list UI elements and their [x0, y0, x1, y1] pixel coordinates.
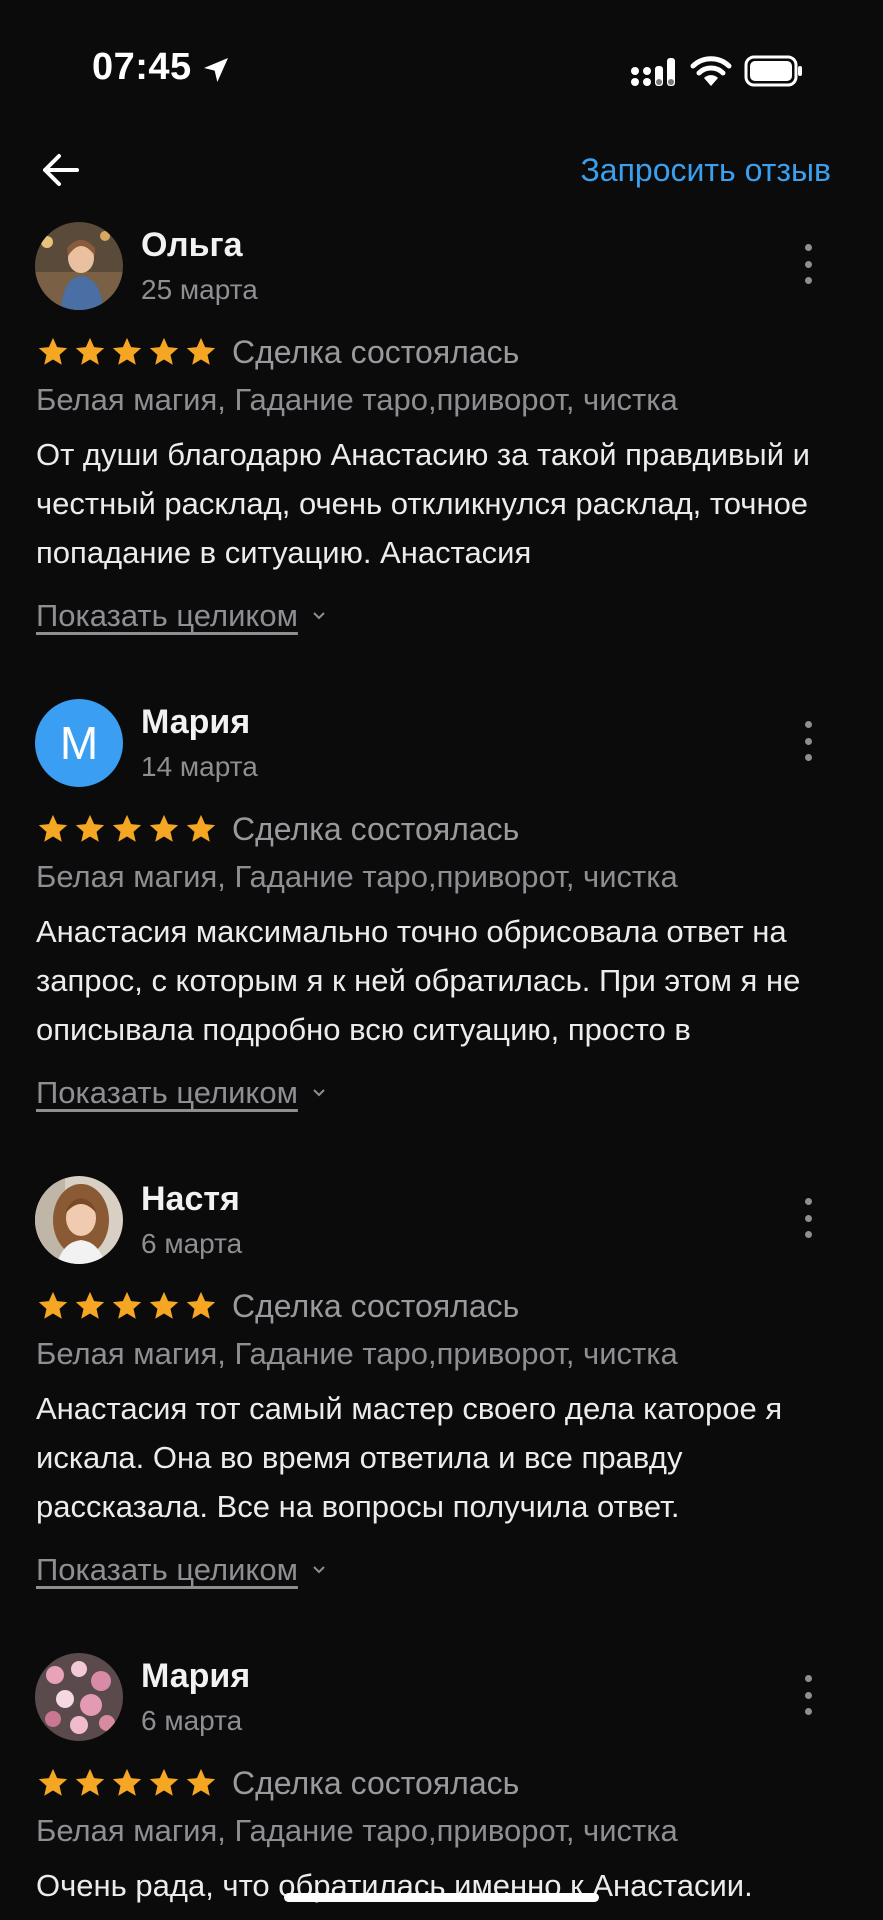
review-card: Ольга 25 марта Сделка состоялась Белая м…: [0, 222, 883, 642]
review-card: Мария 6 марта Сделка состоялась Белая ма…: [0, 1653, 883, 1920]
wifi-icon: [690, 56, 732, 86]
review-text: Анастасия тот самый мастер своего дела к…: [36, 1391, 783, 1524]
deal-status: Сделка состоялась: [232, 1287, 520, 1324]
reviewer-name: Мария: [141, 703, 251, 741]
star-icon: [149, 1291, 179, 1319]
avatar-letter: М: [59, 717, 99, 769]
avatar[interactable]: М: [35, 699, 123, 787]
rating-row: Сделка состоялась: [36, 1763, 519, 1803]
star-icon: [38, 1768, 68, 1796]
star-rating: [36, 335, 218, 369]
review-card: М Мария 14 марта Сделка состоялась Белая…: [0, 699, 883, 1119]
star-icon: [149, 337, 179, 365]
service-categories: Белая магия, Гадание таро,приворот, чист…: [36, 859, 678, 894]
review-text: Очень рада, что обратилась именно к Анас…: [36, 1868, 753, 1903]
review-date: 25 марта: [141, 274, 258, 305]
home-indicator: [284, 1893, 599, 1902]
deal-status: Сделка состоялась: [232, 810, 520, 847]
star-icon: [38, 337, 68, 365]
avatar-photo: [35, 1653, 123, 1741]
review-date: 6 марта: [141, 1705, 243, 1736]
star-icon: [112, 1768, 142, 1796]
location-arrow-icon: [204, 58, 228, 82]
star-icon: [75, 337, 105, 365]
show-full-link[interactable]: Показать целиком: [36, 1075, 326, 1111]
service-categories: Белая магия, Гадание таро,приворот, чист…: [36, 1813, 678, 1848]
status-bar: 07:45: [0, 0, 883, 140]
chevron-down-icon: [313, 1566, 325, 1574]
request-review-button[interactable]: Запросить отзыв: [580, 152, 831, 189]
reviewer-name: Настя: [141, 1180, 240, 1218]
rating-row: Сделка состоялась: [36, 1286, 519, 1326]
deal-status: Сделка состоялась: [232, 1764, 520, 1801]
more-options-button[interactable]: [796, 1198, 820, 1238]
star-icon: [186, 814, 216, 842]
review-text: Анастасия максимально точно обрисовала о…: [36, 914, 801, 1047]
rating-row: Сделка состоялась: [36, 809, 519, 849]
reviewer-name: Мария: [141, 1657, 251, 1695]
nav-bar: Запросить отзыв: [0, 140, 883, 230]
avatar[interactable]: [35, 1653, 123, 1741]
review-date: 6 марта: [141, 1228, 243, 1259]
review-card: Настя 6 марта Сделка состоялась Белая ма…: [0, 1176, 883, 1596]
back-button[interactable]: [36, 140, 86, 200]
chevron-down-icon: [313, 612, 325, 620]
star-icon: [38, 1291, 68, 1319]
chevron-down-icon: [313, 1089, 325, 1097]
status-time: 07:45: [92, 46, 192, 88]
avatar[interactable]: [35, 1176, 123, 1264]
service-categories: Белая магия, Гадание таро,приворот, чист…: [36, 1336, 678, 1371]
star-icon: [112, 1291, 142, 1319]
arrow-left-icon: [43, 154, 79, 186]
rating-row: Сделка состоялась: [36, 332, 519, 372]
show-full-link[interactable]: Показать целиком: [36, 598, 326, 634]
review-date: 14 марта: [141, 751, 258, 782]
star-rating: [36, 1289, 218, 1323]
more-options-button[interactable]: [796, 244, 820, 284]
star-icon: [186, 1768, 216, 1796]
reviewer-name: Ольга: [141, 226, 243, 264]
star-icon: [186, 1291, 216, 1319]
star-icon: [149, 1768, 179, 1796]
more-options-button[interactable]: [796, 721, 820, 761]
battery-icon: [744, 55, 802, 87]
show-full-label: Показать целиком: [36, 598, 298, 633]
service-categories: Белая магия, Гадание таро,приворот, чист…: [36, 382, 678, 417]
star-icon: [75, 1768, 105, 1796]
star-rating: [36, 1766, 218, 1800]
star-icon: [149, 814, 179, 842]
star-rating: [36, 812, 218, 846]
more-options-button[interactable]: [796, 1675, 820, 1715]
avatar-photo: [35, 1176, 123, 1264]
deal-status: Сделка состоялась: [232, 333, 520, 370]
star-icon: [38, 814, 68, 842]
star-icon: [186, 337, 216, 365]
star-icon: [75, 1291, 105, 1319]
show-full-link[interactable]: Показать целиком: [36, 1552, 326, 1588]
avatar-photo: [35, 222, 123, 310]
show-full-label: Показать целиком: [36, 1552, 298, 1587]
star-icon: [112, 337, 142, 365]
review-text: От души благодарю Анастасию за такой пра…: [36, 437, 810, 570]
show-full-label: Показать целиком: [36, 1075, 298, 1110]
cellular-signal-icon: [631, 58, 675, 86]
avatar[interactable]: [35, 222, 123, 310]
star-icon: [112, 814, 142, 842]
star-icon: [75, 814, 105, 842]
